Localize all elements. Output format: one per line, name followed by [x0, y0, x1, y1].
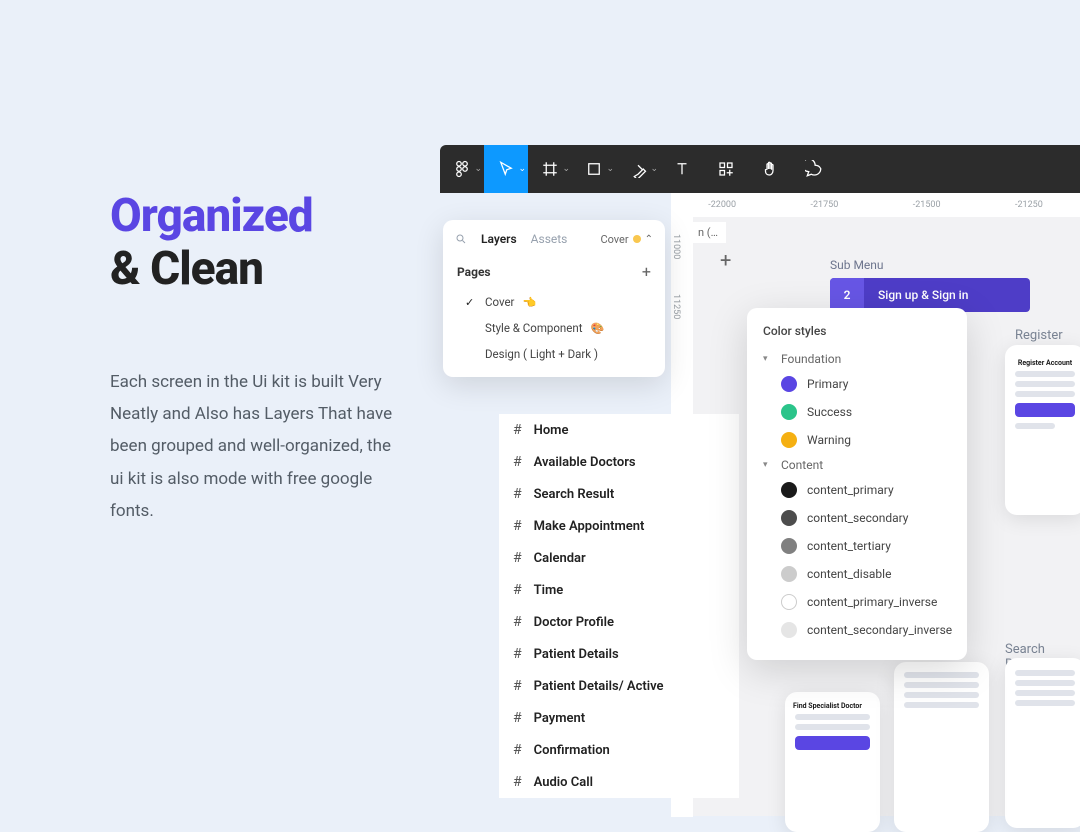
page-cover[interactable]: ✓ Cover 👈: [443, 289, 665, 315]
chevron-down-icon: ▾: [763, 460, 771, 470]
color-style-primary[interactable]: Primary: [759, 370, 955, 398]
figma-menu-button[interactable]: ⌄: [440, 145, 484, 193]
color-group-foundation[interactable]: ▾ Foundation: [759, 348, 955, 370]
pen-tool[interactable]: ⌄: [616, 145, 660, 193]
cursor-icon: [497, 160, 515, 178]
frame-icon: #: [513, 454, 522, 470]
submenu-label: Sign up & Sign in: [864, 288, 968, 302]
color-group-content[interactable]: ▾ Content: [759, 454, 955, 476]
figma-logo-icon: [453, 160, 471, 178]
frame-confirmation[interactable]: #Confirmation: [499, 734, 739, 766]
dot-icon: [633, 235, 641, 243]
frame-tool[interactable]: ⌄: [528, 145, 572, 193]
document-dropdown[interactable]: Cover ⌃: [600, 233, 653, 246]
ruler-horizontal: -22000 -21750 -21500 -21250: [671, 193, 1080, 217]
frame-icon: #: [513, 614, 522, 630]
frame-calendar[interactable]: #Calendar: [499, 542, 739, 574]
frame-time[interactable]: #Time: [499, 574, 739, 606]
frame-available-doctors[interactable]: #Available Doctors: [499, 446, 739, 478]
phone-mock-register: Register Account: [1005, 345, 1080, 515]
frame-icon: #: [513, 550, 522, 566]
hero-line2: & Clean: [110, 242, 263, 296]
shape-tool[interactable]: ⌄: [572, 145, 616, 193]
color-style-content-primary[interactable]: content_primary: [759, 476, 955, 504]
text-icon: [673, 160, 691, 178]
frame-patient-details[interactable]: #Patient Details: [499, 638, 739, 670]
color-styles-title: Color styles: [759, 324, 955, 338]
text-tool[interactable]: [660, 145, 704, 193]
hero-line1: Organized: [110, 189, 313, 243]
frame-icon: #: [513, 742, 522, 758]
add-page-button[interactable]: +: [642, 262, 651, 281]
pages-section-header: Pages +: [443, 254, 665, 289]
color-style-content-disable[interactable]: content_disable: [759, 560, 955, 588]
comment-tool[interactable]: [792, 145, 836, 193]
color-style-content-tertiary[interactable]: content_tertiary: [759, 532, 955, 560]
frame-icon: #: [513, 582, 522, 598]
layers-panel: Layers Assets Cover ⌃ Pages + ✓ Cover 👈 …: [443, 220, 665, 377]
hero-body: Each screen in the Ui kit is built Very …: [110, 366, 400, 527]
frame-icon: #: [513, 486, 522, 502]
color-styles-panel: Color styles ▾ Foundation Primary Succes…: [747, 308, 967, 660]
resources-tool[interactable]: [704, 145, 748, 193]
frame-icon: #: [513, 422, 522, 438]
frame-audio-call[interactable]: #Audio Call: [499, 766, 739, 798]
search-icon[interactable]: [455, 233, 467, 245]
color-style-content-primary-inverse[interactable]: content_primary_inverse: [759, 588, 955, 616]
frame-home[interactable]: #Home: [499, 414, 739, 446]
tab-layers[interactable]: Layers: [481, 232, 517, 246]
document-tab-truncated[interactable]: n (…: [690, 222, 726, 243]
frame-icon: #: [513, 678, 522, 694]
comment-icon: [805, 160, 823, 178]
frame-label-register: Register: [1015, 328, 1063, 343]
hand-tool[interactable]: [748, 145, 792, 193]
frame-icon: [541, 160, 559, 178]
frame-icon: #: [513, 518, 522, 534]
frame-payment[interactable]: #Payment: [499, 702, 739, 734]
phone-mock-doctors: [894, 662, 989, 832]
color-style-success[interactable]: Success: [759, 398, 955, 426]
frame-icon: #: [513, 710, 522, 726]
color-style-content-secondary-inverse[interactable]: content_secondary_inverse: [759, 616, 955, 644]
chevron-down-icon: ▾: [763, 354, 771, 364]
figma-toolbar: ⌄ ⌄ ⌄ ⌄ ⌄: [440, 145, 1080, 193]
frame-make-appointment[interactable]: #Make Appointment: [499, 510, 739, 542]
pen-icon: [629, 160, 647, 178]
hand-icon: [761, 160, 779, 178]
rectangle-icon: [585, 160, 603, 178]
frame-search-result[interactable]: #Search Result: [499, 478, 739, 510]
frame-patient-details-active[interactable]: #Patient Details/ Active: [499, 670, 739, 702]
add-tab-button[interactable]: +: [720, 248, 731, 272]
frames-list: #Home #Available Doctors #Search Result …: [499, 414, 739, 798]
frame-icon: #: [513, 646, 522, 662]
move-tool[interactable]: ⌄: [484, 145, 528, 193]
page-design[interactable]: Design ( Light + Dark ): [443, 341, 665, 367]
page-style-component[interactable]: Style & Component 🎨: [443, 315, 665, 341]
submenu-number: 2: [830, 278, 864, 312]
phone-mock-search: [1005, 658, 1080, 828]
frame-doctor-profile[interactable]: #Doctor Profile: [499, 606, 739, 638]
frame-icon: #: [513, 774, 522, 790]
submenu-section: Sub Menu 2 Sign up & Sign in: [830, 258, 1030, 312]
resources-icon: [717, 160, 735, 178]
check-icon: ✓: [465, 296, 477, 309]
tab-assets[interactable]: Assets: [531, 232, 568, 246]
submenu-bar[interactable]: 2 Sign up & Sign in: [830, 278, 1030, 312]
phone-mock-find: Find Specialist Doctor: [785, 692, 880, 832]
hero-copy: Organized & Clean Each screen in the Ui …: [110, 190, 400, 527]
color-style-content-secondary[interactable]: content_secondary: [759, 504, 955, 532]
submenu-title: Sub Menu: [830, 258, 1030, 272]
color-style-warning[interactable]: Warning: [759, 426, 955, 454]
hero-headline: Organized & Clean: [110, 190, 400, 296]
